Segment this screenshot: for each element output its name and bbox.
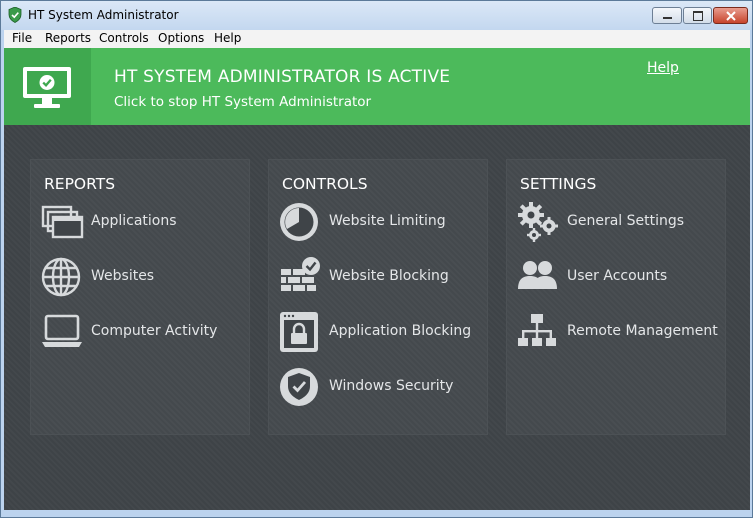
controls-title: CONTROLS xyxy=(282,175,368,193)
computer-activity-label: Computer Activity xyxy=(91,323,218,339)
shield-app-icon xyxy=(8,7,22,23)
close-icon xyxy=(726,11,736,21)
menu-help[interactable]: Help xyxy=(214,31,241,45)
windows-security-item[interactable]: Windows Security xyxy=(279,365,489,409)
reports-title: REPORTS xyxy=(44,175,116,193)
computer-activity-item[interactable]: Computer Activity xyxy=(41,310,251,354)
users-icon xyxy=(518,261,557,289)
minimize-button[interactable] xyxy=(652,7,682,24)
clock-icon xyxy=(280,203,318,241)
maximize-button[interactable] xyxy=(683,7,712,24)
app-window: HT System Administrator File Reports Con… xyxy=(0,0,753,518)
monitor-check-icon xyxy=(23,67,71,108)
website-blocking-label: Website Blocking xyxy=(329,268,449,284)
controls-panel: CONTROLS Website Limiting Website Blocki… xyxy=(268,159,488,435)
lock-window-icon xyxy=(280,312,318,352)
window-bottom-border xyxy=(4,510,750,517)
websites-item[interactable]: Websites xyxy=(41,255,251,299)
banner-status-title: HT SYSTEM ADMINISTRATOR IS ACTIVE xyxy=(114,67,451,87)
window-title: HT System Administrator xyxy=(28,8,179,22)
reports-panel: REPORTS Applications Websites Computer A… xyxy=(30,159,250,435)
general-settings-item[interactable]: General Settings xyxy=(517,200,727,244)
shield-check-icon xyxy=(280,368,318,406)
network-icon xyxy=(518,314,556,346)
user-accounts-label: User Accounts xyxy=(567,268,668,284)
banner-icon-box xyxy=(4,48,91,125)
remote-management-label: Remote Management xyxy=(567,323,718,339)
laptop-icon xyxy=(42,314,82,347)
settings-title: SETTINGS xyxy=(520,175,597,193)
remote-management-item[interactable]: Remote Management xyxy=(517,310,727,354)
help-link[interactable]: Help xyxy=(647,60,679,76)
general-settings-label: General Settings xyxy=(567,213,685,229)
menu-reports[interactable]: Reports xyxy=(45,31,91,45)
website-limiting-item[interactable]: Website Limiting xyxy=(279,200,489,244)
minimize-icon xyxy=(663,17,672,19)
windows-security-label: Windows Security xyxy=(329,378,454,394)
menu-controls[interactable]: Controls xyxy=(99,31,149,45)
globe-icon xyxy=(41,257,81,297)
menu-file[interactable]: File xyxy=(12,31,32,45)
status-banner[interactable]: HT SYSTEM ADMINISTRATOR IS ACTIVE Click … xyxy=(4,48,750,125)
application-blocking-item[interactable]: Application Blocking xyxy=(279,310,489,354)
maximize-icon xyxy=(693,11,703,21)
websites-label: Websites xyxy=(91,268,155,284)
website-blocking-item[interactable]: Website Blocking xyxy=(279,255,489,299)
menu-bar: File Reports Controls Options Help xyxy=(4,30,750,48)
applications-icon xyxy=(41,205,84,239)
main-area: REPORTS Applications Websites Computer A… xyxy=(4,125,750,510)
title-bar[interactable]: HT System Administrator xyxy=(1,1,752,30)
menu-options[interactable]: Options xyxy=(158,31,204,45)
applications-item[interactable]: Applications xyxy=(41,200,251,244)
application-blocking-label: Application Blocking xyxy=(329,323,472,339)
website-limiting-label: Website Limiting xyxy=(329,213,446,229)
close-button[interactable] xyxy=(713,7,748,24)
applications-label: Applications xyxy=(91,213,177,229)
user-accounts-item[interactable]: User Accounts xyxy=(517,255,727,299)
brick-wall-icon xyxy=(281,257,320,291)
settings-panel: SETTINGS General Settings User Accounts … xyxy=(506,159,726,435)
gears-icon xyxy=(518,202,558,242)
banner-stop-hint: Click to stop HT System Administrator xyxy=(114,94,372,110)
